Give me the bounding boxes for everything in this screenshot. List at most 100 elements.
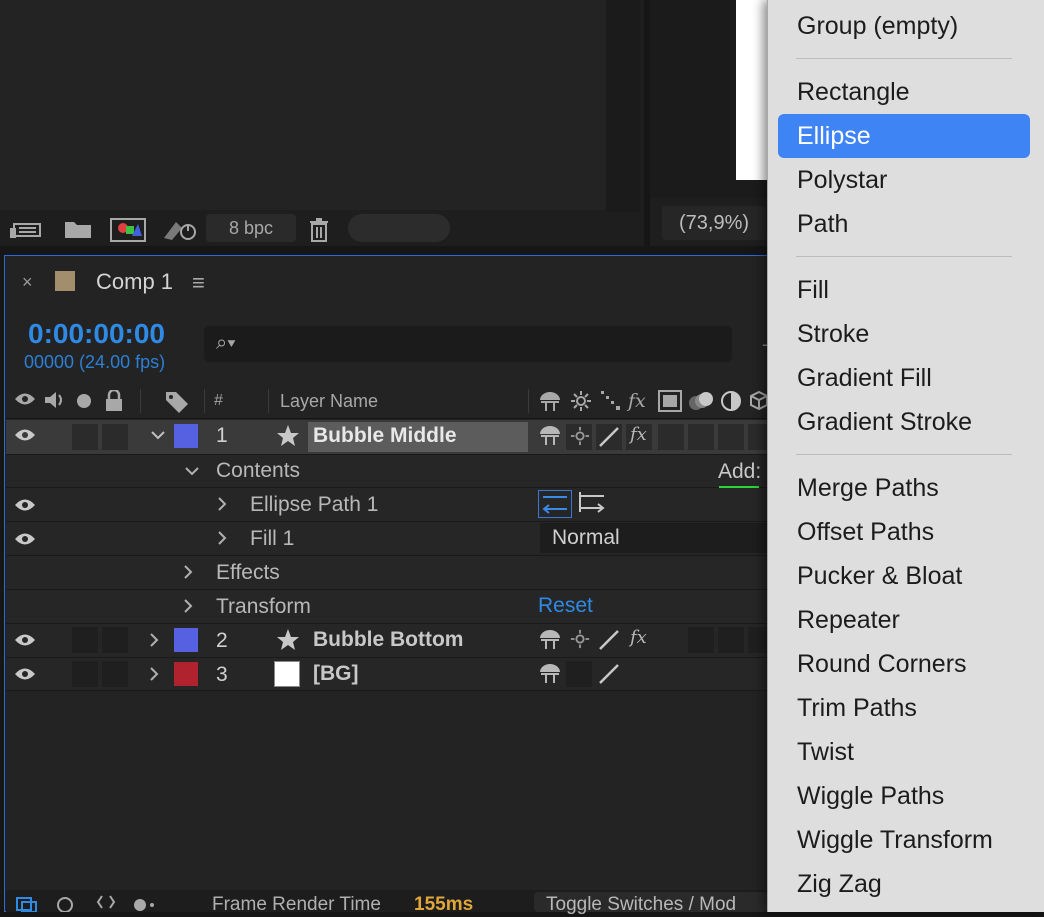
- adjustment-switch[interactable]: [718, 627, 744, 653]
- add-button[interactable]: Add:: [718, 460, 761, 484]
- column-divider[interactable]: [204, 389, 205, 413]
- lock-switch[interactable]: [102, 627, 128, 653]
- comp-flowchart-icon[interactable]: [16, 896, 42, 917]
- label-color-swatch[interactable]: [174, 628, 198, 652]
- chevron-right-icon[interactable]: [216, 530, 228, 551]
- lock-switch[interactable]: [102, 661, 128, 687]
- motion-blur-switch[interactable]: [688, 627, 714, 653]
- column-divider[interactable]: [268, 389, 269, 413]
- menu-item-merge-paths[interactable]: Merge Paths: [797, 474, 939, 503]
- shy-switch-icon[interactable]: [538, 662, 562, 689]
- menu-item-group-empty[interactable]: Group (empty): [797, 12, 958, 41]
- solo-icon[interactable]: [76, 392, 92, 414]
- reset-link[interactable]: Reset: [538, 594, 593, 618]
- collapse-transform-icon[interactable]: [570, 390, 592, 418]
- chevron-right-icon[interactable]: [182, 564, 194, 585]
- quality-slash-icon[interactable]: [598, 426, 620, 453]
- property-row[interactable]: [6, 556, 768, 590]
- 3d-layer-icon[interactable]: [750, 390, 768, 418]
- property-row[interactable]: [6, 488, 768, 522]
- collapse-sun-icon[interactable]: [570, 426, 590, 451]
- tab-close-button[interactable]: ×: [22, 272, 33, 293]
- shy-icon[interactable]: [538, 390, 562, 418]
- motion-blur-switch[interactable]: [688, 424, 714, 450]
- interpret-footage-icon[interactable]: [10, 218, 46, 238]
- chevron-right-icon[interactable]: [182, 598, 194, 619]
- label-color-swatch[interactable]: [174, 424, 198, 448]
- menu-item-polystar[interactable]: Polystar: [797, 166, 887, 195]
- effects-label[interactable]: Effects: [216, 561, 280, 585]
- menu-item-ellipse[interactable]: Ellipse: [797, 122, 871, 151]
- menu-item-repeater[interactable]: Repeater: [797, 606, 900, 635]
- menu-item-pucker-bloat[interactable]: Pucker & Bloat: [797, 562, 962, 591]
- 3d-switch[interactable]: [748, 627, 768, 653]
- solo-switch[interactable]: [72, 424, 98, 450]
- fx-icon[interactable]: fx: [630, 627, 647, 648]
- path-direction-reverse-icon[interactable]: [538, 490, 572, 518]
- lock-icon[interactable]: [104, 388, 124, 418]
- blend-mode-value[interactable]: Normal: [552, 526, 620, 550]
- menu-item-gradient-fill[interactable]: Gradient Fill: [797, 364, 932, 393]
- eye-icon[interactable]: [14, 426, 36, 449]
- quality-slash-icon[interactable]: [598, 663, 620, 690]
- fill-label[interactable]: Fill 1: [250, 527, 294, 551]
- video-visibility-icon[interactable]: [14, 390, 36, 414]
- graph-editor-icon[interactable]: [132, 896, 158, 917]
- bit-depth-button[interactable]: 8 bpc: [206, 214, 296, 242]
- path-direction-forward-icon[interactable]: [576, 490, 610, 518]
- chevron-down-icon[interactable]: [184, 464, 200, 482]
- eye-icon[interactable]: [14, 496, 36, 519]
- brackets-icon[interactable]: [94, 894, 118, 917]
- menu-item-gradient-stroke[interactable]: Gradient Stroke: [797, 408, 972, 437]
- eye-icon[interactable]: [14, 631, 36, 654]
- column-divider[interactable]: [528, 389, 529, 413]
- collapse-sun-icon[interactable]: [570, 629, 590, 654]
- 3d-switch[interactable]: [748, 424, 768, 450]
- menu-item-zig-zag[interactable]: Zig Zag: [797, 870, 882, 899]
- frame-blend-switch[interactable]: [658, 424, 684, 450]
- menu-item-round-corners[interactable]: Round Corners: [797, 650, 967, 679]
- menu-item-offset-paths[interactable]: Offset Paths: [797, 518, 934, 547]
- menu-item-wiggle-paths[interactable]: Wiggle Paths: [797, 782, 944, 811]
- menu-item-trim-paths[interactable]: Trim Paths: [797, 694, 917, 723]
- chevron-right-icon[interactable]: [148, 666, 160, 687]
- zoom-dropdown[interactable]: (73,9%): [662, 206, 766, 240]
- layer-name[interactable]: Bubble Middle: [313, 424, 457, 448]
- layer-name[interactable]: Bubble Bottom: [313, 628, 463, 652]
- transform-label[interactable]: Transform: [216, 595, 311, 619]
- solo-switch[interactable]: [72, 627, 98, 653]
- new-comp-icon[interactable]: [110, 218, 146, 242]
- motion-blur-icon[interactable]: [688, 390, 714, 418]
- audio-icon[interactable]: [44, 390, 66, 416]
- draft-3d-icon[interactable]: [56, 896, 80, 917]
- search-icon[interactable]: ⌕▾: [216, 332, 236, 355]
- render-icon[interactable]: [162, 218, 198, 240]
- property-row[interactable]: [6, 590, 768, 624]
- eye-icon[interactable]: [14, 530, 36, 553]
- column-layer-name[interactable]: Layer Name: [280, 391, 378, 412]
- menu-item-stroke[interactable]: Stroke: [797, 320, 869, 349]
- project-scrollbar[interactable]: [606, 0, 640, 246]
- column-divider[interactable]: [140, 389, 141, 413]
- label-tag-icon[interactable]: [164, 390, 190, 420]
- shy-switch-icon[interactable]: [538, 628, 562, 655]
- menu-item-twist[interactable]: Twist: [797, 738, 854, 767]
- menu-item-fill[interactable]: Fill: [797, 276, 829, 305]
- solo-switch[interactable]: [72, 661, 98, 687]
- quality-icon[interactable]: [600, 390, 622, 418]
- panel-menu-icon[interactable]: ≡: [192, 270, 205, 296]
- toggle-switches-button[interactable]: Toggle Switches / Mod: [546, 894, 768, 916]
- quality-slash-icon[interactable]: [598, 629, 620, 656]
- chevron-right-icon[interactable]: [216, 496, 228, 517]
- menu-item-wiggle-transform[interactable]: Wiggle Transform: [797, 826, 993, 855]
- ellipse-path-label[interactable]: Ellipse Path 1: [250, 493, 378, 517]
- tab-comp-1[interactable]: Comp 1: [96, 269, 173, 295]
- label-color-swatch[interactable]: [174, 662, 198, 686]
- chevron-right-icon[interactable]: [148, 632, 160, 653]
- contents-label[interactable]: Contents: [216, 459, 300, 483]
- effects-fx-icon[interactable]: fx: [628, 390, 646, 412]
- eye-icon[interactable]: [14, 665, 36, 688]
- lock-switch[interactable]: [102, 424, 128, 450]
- shy-switch-icon[interactable]: [538, 424, 562, 451]
- search-input[interactable]: [204, 326, 732, 362]
